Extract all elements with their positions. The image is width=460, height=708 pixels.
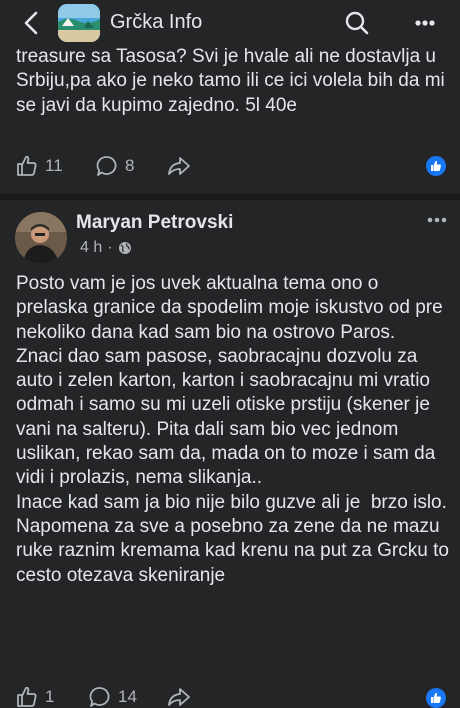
- share-button[interactable]: [166, 154, 192, 178]
- thumbs-up-icon: [17, 686, 37, 707]
- meta-separator: ·: [107, 239, 113, 256]
- post-options-button[interactable]: [424, 210, 450, 230]
- author-name[interactable]: Maryan Petrovski: [76, 212, 233, 234]
- comment-count: 14: [118, 687, 137, 706]
- comment-icon: [89, 687, 110, 707]
- post-text: treasure sa Tasosa? Svi je hvale ali ne …: [16, 46, 451, 116]
- search-button[interactable]: [344, 10, 370, 36]
- back-button[interactable]: [18, 9, 46, 37]
- comment-count: 8: [125, 156, 135, 175]
- comment-button[interactable]: 8: [95, 154, 134, 178]
- post-time[interactable]: 4 h: [80, 239, 102, 257]
- post-text: Posto vam je jos uvek aktualna tema ono …: [16, 273, 449, 586]
- more-options-button[interactable]: [411, 10, 439, 36]
- comment-icon: [96, 156, 117, 176]
- like-count: 1: [45, 687, 55, 706]
- more-vertical-icon: [415, 20, 435, 26]
- like-count: 11: [45, 156, 63, 175]
- globe-icon: [118, 242, 131, 254]
- share-icon: [168, 157, 190, 175]
- group-title[interactable]: Grčka Info: [110, 11, 202, 34]
- chevron-left-icon: [24, 11, 38, 35]
- share-button[interactable]: [166, 685, 192, 708]
- avatar[interactable]: [15, 212, 67, 264]
- search-icon: [345, 11, 369, 35]
- more-horizontal-icon: [427, 217, 447, 223]
- reaction-like-badge[interactable]: [426, 688, 446, 708]
- thumbs-up-icon: [431, 160, 441, 171]
- reaction-like-badge[interactable]: [426, 156, 446, 176]
- share-icon: [168, 688, 190, 706]
- like-button[interactable]: 11: [15, 154, 63, 178]
- group-cover-thumbnail[interactable]: [58, 4, 100, 42]
- post-divider: [0, 194, 460, 200]
- comment-button[interactable]: 14: [88, 685, 137, 708]
- like-button[interactable]: 1: [15, 685, 54, 708]
- thumbs-up-icon: [17, 155, 37, 176]
- top-bar: Grčka Info: [0, 0, 460, 46]
- post-meta: 4 h ·: [80, 239, 132, 257]
- thumbs-up-icon: [431, 692, 441, 703]
